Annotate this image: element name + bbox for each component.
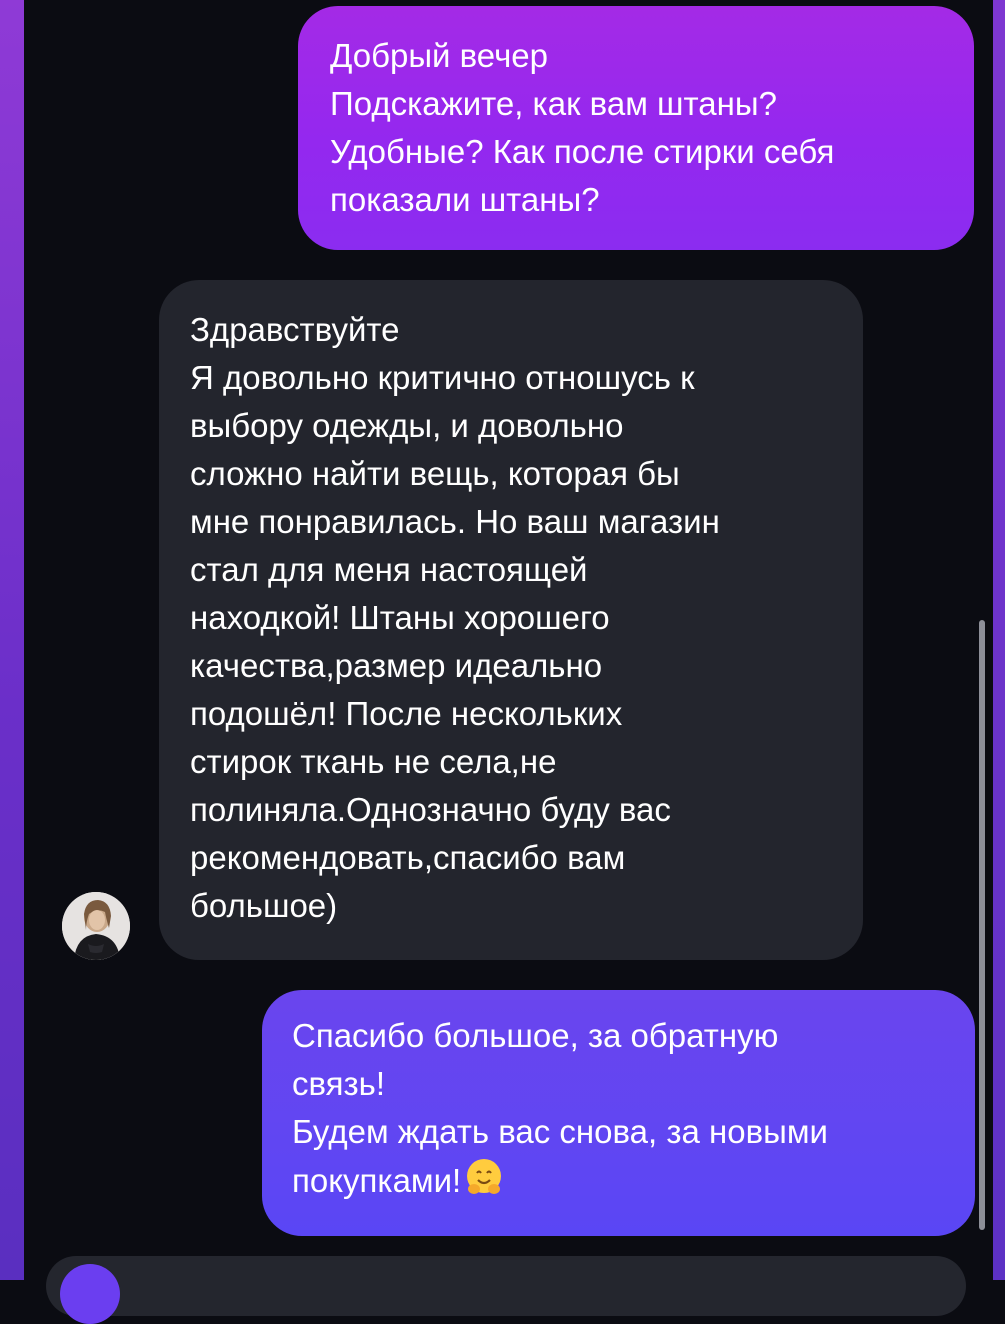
- message-line: Я довольно критично отношусь к: [190, 359, 695, 396]
- message-line: качества,размер идеально: [190, 647, 603, 684]
- message-line: большое): [190, 887, 338, 924]
- outgoing-message-bubble[interactable]: Добрый вечер Подскажите, как вам штаны? …: [298, 6, 974, 250]
- message-line: стирок ткань не села,не: [190, 743, 557, 780]
- chat-scrollbar[interactable]: [979, 620, 985, 1230]
- message-composer[interactable]: [46, 1256, 966, 1324]
- message-line: сложно найти вещь, которая бы: [190, 455, 680, 492]
- message-line: показали штаны?: [330, 181, 600, 218]
- window-frame-left: [0, 0, 24, 1280]
- message-line: полиняла.Однозначно буду вас: [190, 791, 671, 828]
- message-line: подошёл! После нескольких: [190, 695, 623, 732]
- message-line: Спасибо большое, за обратную: [292, 1017, 779, 1054]
- sender-avatar[interactable]: [62, 892, 130, 960]
- incoming-message-bubble[interactable]: Здравствуйте Я довольно критично отношус…: [159, 280, 863, 960]
- message-line: рекомендовать,спасибо вам: [190, 839, 626, 876]
- message-line: Будем ждать вас снова, за новыми: [292, 1113, 828, 1150]
- message-line: находкой! Штаны хорошего: [190, 599, 610, 636]
- message-line: Удобные? Как после стирки себя: [330, 133, 835, 170]
- camera-button[interactable]: [60, 1264, 120, 1324]
- message-line: Подскажите, как вам штаны?: [330, 85, 777, 122]
- message-line: Добрый вечер: [330, 37, 548, 74]
- message-line: Здравствуйте: [190, 311, 400, 348]
- message-line: покупками!: [292, 1162, 462, 1199]
- avatar-photo: [62, 892, 130, 960]
- window-frame-right: [993, 0, 1005, 1280]
- outgoing-message-bubble[interactable]: Спасибо большое, за обратную связь! Буде…: [262, 990, 975, 1236]
- message-line: мне понравилась. Но ваш магазин: [190, 503, 720, 540]
- message-line-with-emoji: покупками!: [292, 1156, 947, 1211]
- message-line: связь!: [292, 1065, 386, 1102]
- hugging-face-icon: [463, 1156, 505, 1211]
- message-line: стал для меня настоящей: [190, 551, 588, 588]
- message-line: выбору одежды, и довольно: [190, 407, 624, 444]
- chat-thread[interactable]: Добрый вечер Подскажите, как вам штаны? …: [24, 0, 993, 1324]
